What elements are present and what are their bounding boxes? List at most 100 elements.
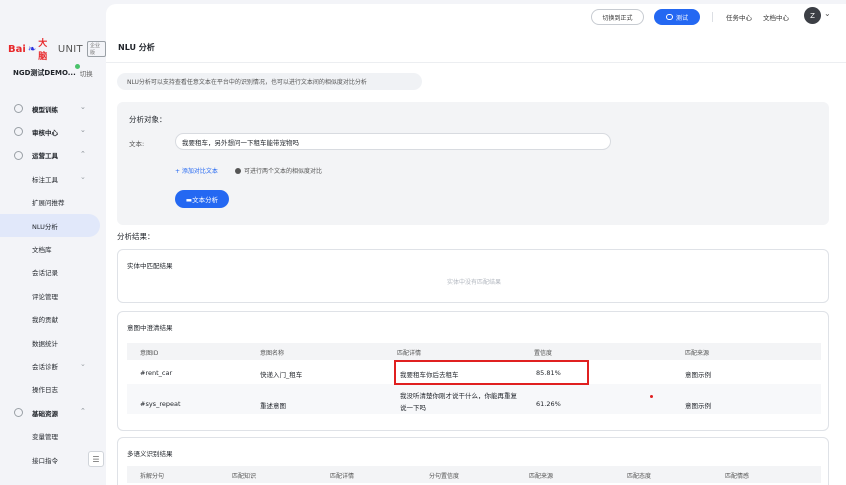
multi-semantic-result-title: 多语义识别结果: [127, 450, 173, 458]
nav-item-session-diagnosis[interactable]: 会话诊断 ⌄: [0, 354, 106, 377]
project-selector[interactable]: NGD测试DEMO... 切换: [13, 64, 103, 78]
info-banner: NLU分析可以支持查看任意文本在平台中的识别情况，也可以进行文本间的相似度对比分…: [117, 73, 422, 90]
review-center-icon: [14, 127, 23, 137]
divider: [106, 62, 846, 63]
chat-bubble-icon: [665, 14, 673, 20]
nav-item-comment-mgmt[interactable]: 评论管理: [0, 284, 106, 307]
model-training-icon: [14, 104, 23, 113]
intent-name-cell: 快递入门_租车: [260, 371, 303, 379]
ops-tools-icon: [14, 150, 23, 160]
nav-item-data-stats[interactable]: 数据统计: [0, 331, 106, 354]
add-compare-text-link[interactable]: + 添加对比文本: [175, 166, 218, 175]
test-button[interactable]: 测试: [654, 9, 700, 25]
nav-label: 扩展问推荐: [32, 199, 65, 208]
chevron-up-icon: ⌃: [80, 407, 86, 416]
nav-label: 会话诊断: [32, 362, 58, 371]
nav-label: 审核中心: [32, 129, 58, 138]
nav-group-base-resources[interactable]: 基础资源 ⌃: [0, 401, 106, 424]
column-header: 匹配知识: [232, 473, 257, 480]
nav-label: 文档库: [32, 246, 52, 255]
logo-bai-text: Bai: [8, 43, 26, 55]
logo-unit-text: UNIT: [57, 43, 83, 55]
nav-group-ops-tools[interactable]: 运营工具 ⌃: [0, 144, 106, 167]
task-center-link[interactable]: 任务中心: [726, 12, 752, 22]
info-icon: [235, 167, 241, 174]
text-input[interactable]: 我要租车，另外想问一下租车能带宠物吗: [175, 133, 611, 150]
nav-label: 标注工具: [32, 175, 58, 184]
project-name: NGD测试DEMO...: [13, 69, 76, 77]
intent-table-header: 意图ID 意图名称 匹配详情 置信度 匹配来源: [127, 343, 821, 360]
nav-group-review-center[interactable]: 审核中心 ⌄: [0, 120, 106, 143]
column-header: 匹配来源: [529, 473, 554, 480]
intent-result-title: 意图中澄清结果: [127, 324, 173, 332]
nav-label: 变量管理: [32, 433, 58, 442]
test-button-label: 测试: [675, 14, 688, 22]
nav-label: 会话记录: [32, 269, 58, 278]
intent-id-cell: #rent_car: [140, 369, 173, 377]
nav-item-session-log[interactable]: 会话记录: [0, 261, 106, 284]
nav-item-my-contribution[interactable]: 我的贡献: [0, 308, 106, 331]
column-header: 匹配详情: [330, 473, 355, 480]
nav-item-annotation-tool[interactable]: 标注工具 ⌄: [0, 167, 106, 190]
nav-label: 操作日志: [32, 386, 58, 395]
intent-id-cell: #sys_repeat: [140, 400, 181, 408]
column-header: 置信度: [534, 350, 553, 357]
text-analysis-button[interactable]: ▬文本分析: [175, 190, 229, 208]
avatar[interactable]: Z: [804, 7, 821, 24]
column-header: 拆解分句: [140, 473, 165, 480]
column-header: 意图名称: [260, 350, 285, 357]
text-label: 文本:: [129, 140, 145, 148]
chevron-down-icon: ⌄: [80, 360, 86, 369]
baidu-paw-icon: ❧: [27, 43, 37, 55]
intent-result-card: 意图中澄清结果 意图ID 意图名称 匹配详情 置信度 匹配来源 #rent_ca…: [117, 311, 829, 431]
doc-center-link[interactable]: 文档中心: [763, 12, 789, 22]
main-content: 切换到正式 测试 任务中心 文档中心 Z ⌄ NLU 分析 NLU分析可以支持查…: [106, 4, 846, 485]
column-header: 分句置信度: [429, 473, 460, 480]
nav-item-doc-library[interactable]: 文档库: [0, 237, 106, 260]
column-header: 意图ID: [140, 350, 159, 357]
marker-dot: [650, 395, 653, 398]
nav-label: 模型训练: [32, 105, 58, 114]
chevron-down-icon: ⌄: [80, 173, 86, 182]
nav-item-operation-log[interactable]: 操作日志: [0, 378, 106, 401]
top-bar: 切换到正式 测试 任务中心 文档中心 Z ⌄: [106, 4, 846, 30]
nav-label: 评论管理: [32, 292, 58, 301]
match-detail-cell: 我没听清楚你刚才说干什么，你能再重复说一下吗: [400, 392, 517, 412]
multi-table-header: 拆解分句 匹配知识 匹配详情 分句置信度 匹配来源 匹配态度 匹配情感: [127, 466, 821, 483]
nav-item-variable-mgmt[interactable]: 变量管理: [0, 424, 106, 447]
unit-logo[interactable]: Bai ❧ 大脑 UNIT 企业版: [8, 36, 106, 62]
chevron-down-icon: ⌄: [80, 126, 86, 135]
column-header: 匹配来源: [685, 350, 710, 357]
divider: [712, 12, 713, 22]
chevron-down-icon: ⌄: [80, 103, 86, 111]
nav-group-model-training[interactable]: 模型训练 ⌄: [0, 97, 106, 120]
column-header: 匹配详情: [397, 350, 422, 357]
results-title: 分析结果：: [117, 232, 155, 241]
nav-label: 我的贡献: [32, 316, 58, 325]
chevron-down-icon[interactable]: ⌄: [824, 9, 831, 18]
match-source-cell: 意图示例: [685, 402, 711, 410]
chevron-up-icon: ⌃: [80, 149, 86, 158]
logo-danao-text: 大脑: [38, 39, 48, 62]
switch-to-formal-button[interactable]: 切换到正式: [591, 9, 644, 25]
project-status-dot: [75, 64, 80, 69]
multi-semantic-result-card: 多语义识别结果 拆解分句 匹配知识 匹配详情 分句置信度 匹配来源 匹配态度 匹…: [117, 437, 829, 485]
highlight-box: [394, 360, 589, 385]
edition-badge: 企业版: [86, 41, 106, 57]
match-source-cell: 意图示例: [685, 371, 711, 379]
nav-item-nlu-analysis[interactable]: NLU分析: [0, 213, 100, 238]
base-resources-icon: [14, 408, 23, 418]
sidebar: Bai ❧ 大脑 UNIT 企业版 NGD测试DEMO... 切换 模型训练 ⌄…: [0, 0, 106, 485]
nav-label: 基础资源: [32, 409, 58, 418]
nav-label: 接口指令: [32, 456, 58, 465]
intent-name-cell: 重述意图: [260, 402, 286, 410]
collapse-sidebar-button[interactable]: ☰: [88, 451, 104, 467]
nav-label: 数据统计: [32, 339, 58, 348]
nav-label: NLU分析: [32, 222, 58, 231]
sidebar-nav: 模型训练 ⌄ 审核中心 ⌄ 运营工具 ⌃ 标注工具 ⌄ 扩展问推荐 NLU分析 …: [0, 97, 106, 471]
project-switch-link[interactable]: 切换: [80, 68, 93, 78]
confidence-cell: 61.26%: [536, 400, 561, 408]
nav-label: 运营工具: [32, 152, 58, 161]
column-header: 匹配情感: [725, 473, 750, 480]
nav-item-expand-question[interactable]: 扩展问推荐: [0, 191, 106, 214]
